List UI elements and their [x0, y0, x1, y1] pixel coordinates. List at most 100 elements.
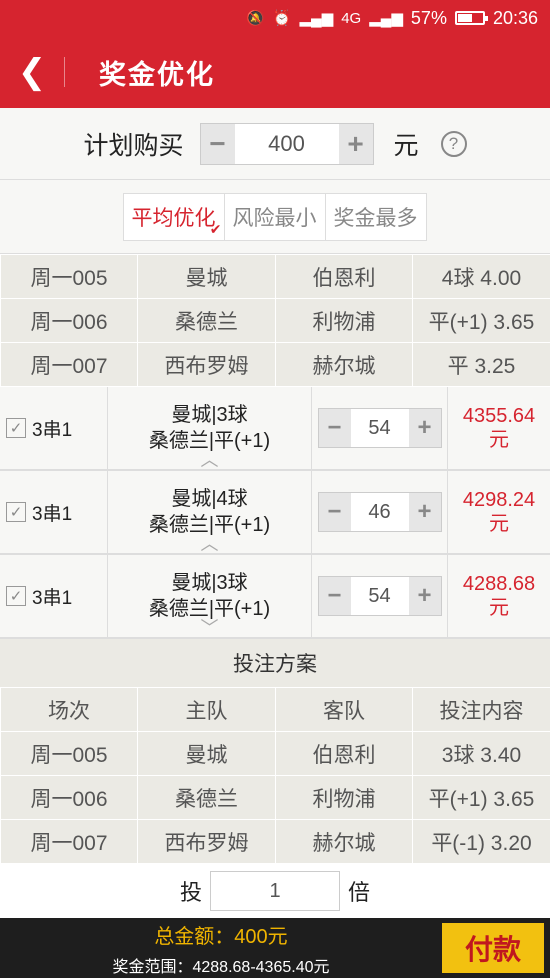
header-divider [64, 57, 65, 87]
quantity-input[interactable]: 54 [351, 417, 409, 440]
plan-amount-input[interactable]: 400 [235, 131, 339, 157]
combo-type: 3串1 [32, 503, 73, 525]
home-team: 曼城 [137, 254, 276, 299]
away-team: 伯恩利 [275, 731, 413, 776]
minus-button[interactable]: − [200, 123, 235, 164]
battery-icon [454, 11, 488, 25]
minus-button[interactable]: − [318, 493, 351, 531]
quantity-stepper: − 46 + [317, 492, 442, 532]
home-team: 西布罗姆 [137, 819, 276, 864]
checkbox[interactable]: ✓ [6, 502, 26, 522]
combo-description: 曼城|4球 桑德兰|平(+1) ︿ [108, 471, 312, 554]
away-team: 赫尔城 [275, 342, 413, 387]
multiple-prefix: 投 [179, 880, 202, 905]
bet-option: 4球 4.00 [412, 254, 550, 299]
footer-info: 总金额：400元 奖金范围：4288.68-4365.40元 [0, 920, 442, 977]
app-header: ❮ 奖金优化 [0, 36, 550, 108]
home-team: 桑德兰 [137, 775, 276, 820]
combo-type: 3串1 [32, 419, 73, 441]
combo-row: ✓ 3串1 曼城|3球 桑德兰|平(+1) ︿ − 54 + 4355.64 元 [0, 387, 550, 471]
quantity-input[interactable]: 46 [351, 501, 409, 524]
combo-prize: 4288.68 元 [448, 555, 550, 637]
signal-icon-2: ▂▄▆ [369, 10, 403, 27]
mute-icon: 🔕 [246, 10, 265, 27]
chevron-down-icon[interactable]: ﹀ [201, 615, 219, 641]
clock: 20:36 [492, 7, 538, 28]
checkbox[interactable]: ✓ [6, 586, 26, 606]
checkbox[interactable]: ✓ [6, 418, 26, 438]
plan-label: 计划购买 [83, 131, 184, 160]
prize-amount: 4355.64 [462, 405, 536, 427]
home-team: 西布罗姆 [137, 342, 276, 387]
minus-button[interactable]: − [318, 577, 351, 615]
total-amount: 总金额：400元 [154, 925, 288, 948]
optimize-tabs: 平均优化 ✔ 风险最小 奖金最多 [0, 180, 550, 254]
bet-content: 3球 3.40 [412, 731, 550, 776]
combo-description: 曼城|3球 桑德兰|平(+1) ﹀ [108, 555, 312, 638]
plus-button[interactable]: + [408, 409, 441, 447]
match-id: 周一007 [0, 819, 138, 864]
column-header: 场次 [0, 687, 138, 732]
away-team: 利物浦 [275, 775, 413, 820]
minus-button[interactable]: − [318, 409, 351, 447]
table-row: 周一005 曼城 伯恩利 3球 3.40 [0, 731, 550, 776]
quantity-stepper: − 54 + [317, 408, 442, 448]
tab-label: 奖金最多 [333, 206, 418, 230]
away-team: 利物浦 [275, 298, 413, 343]
combo-line-1: 曼城|3球 [171, 404, 248, 426]
combo-prize: 4355.64 元 [448, 387, 550, 469]
match-id: 周一006 [0, 775, 138, 820]
pay-button[interactable]: 付款 [442, 923, 544, 973]
tab-min-risk[interactable]: 风险最小 [223, 192, 326, 241]
multiple-input[interactable]: 1 [210, 871, 340, 911]
prize-unit: 元 [489, 513, 509, 535]
column-header: 主队 [137, 687, 276, 732]
table-row: 周一007 西布罗姆 赫尔城 平 3.25 [0, 342, 550, 387]
bet-content: 平(-1) 3.20 [412, 819, 550, 864]
combo-description: 曼城|3球 桑德兰|平(+1) ︿ [108, 387, 312, 470]
quantity-input[interactable]: 54 [351, 585, 409, 608]
footer-bar: 总金额：400元 奖金范围：4288.68-4365.40元 付款 [0, 918, 550, 978]
back-button[interactable]: ❮ [0, 52, 64, 92]
home-team: 曼城 [137, 731, 276, 776]
scheme-table: 场次 主队 客队 投注内容 周一005 曼城 伯恩利 3球 3.40 周一006… [0, 687, 550, 864]
chevron-up-icon[interactable]: ︿ [201, 531, 219, 557]
status-bar: 🔕 ⏰ ▂▄▆ 4G ▂▄▆ 57% 20:36 [0, 0, 550, 36]
match-id: 周一006 [0, 298, 138, 343]
bet-content: 平(+1) 3.65 [412, 775, 550, 820]
match-id: 周一007 [0, 342, 138, 387]
plan-amount-stepper: − 400 + [199, 122, 374, 165]
home-team: 桑德兰 [137, 298, 276, 343]
tab-label: 平均优化 [131, 206, 216, 230]
plus-button[interactable]: + [408, 493, 441, 531]
plus-button[interactable]: + [338, 123, 373, 164]
combo-checkbox-cell: ✓ 3串1 [0, 555, 108, 637]
combo-checkbox-cell: ✓ 3串1 [0, 471, 108, 553]
combo-line-1: 曼城|4球 [171, 488, 248, 510]
plus-button[interactable]: + [408, 577, 441, 615]
tab-max-prize[interactable]: 奖金最多 [324, 192, 427, 241]
network-label: 4G [341, 9, 362, 27]
combo-type: 3串1 [32, 587, 73, 609]
combo-stepper-cell: − 54 + [312, 387, 448, 469]
prize-unit: 元 [489, 429, 509, 451]
quantity-stepper: − 54 + [317, 576, 442, 616]
plan-unit: 元 [393, 131, 419, 160]
prize-amount: 4288.68 [462, 573, 536, 595]
combo-row: ✓ 3串1 曼城|3球 桑德兰|平(+1) ﹀ − 54 + 4288.68 元 [0, 555, 550, 639]
signal-icon: ▂▄▆ [299, 10, 334, 27]
away-team: 赫尔城 [275, 819, 413, 864]
combo-checkbox-cell: ✓ 3串1 [0, 387, 108, 469]
combo-stepper-cell: − 46 + [312, 471, 448, 553]
table-row: 周一006 桑德兰 利物浦 平(+1) 3.65 [0, 775, 550, 820]
help-icon[interactable]: ? [440, 130, 467, 157]
table-header-row: 场次 主队 客队 投注内容 [0, 687, 550, 732]
multiple-row: 投 1 倍 [0, 864, 550, 918]
match-id: 周一005 [0, 254, 138, 299]
bet-option: 平(+1) 3.65 [412, 298, 550, 343]
combo-row: ✓ 3串1 曼城|4球 桑德兰|平(+1) ︿ − 46 + 4298.24 元 [0, 471, 550, 555]
chevron-up-icon[interactable]: ︿ [201, 447, 219, 473]
tab-average[interactable]: 平均优化 ✔ [122, 192, 225, 241]
selected-matches-table: 周一005 曼城 伯恩利 4球 4.00 周一006 桑德兰 利物浦 平(+1)… [0, 254, 550, 387]
table-row: 周一007 西布罗姆 赫尔城 平(-1) 3.20 [0, 819, 550, 864]
